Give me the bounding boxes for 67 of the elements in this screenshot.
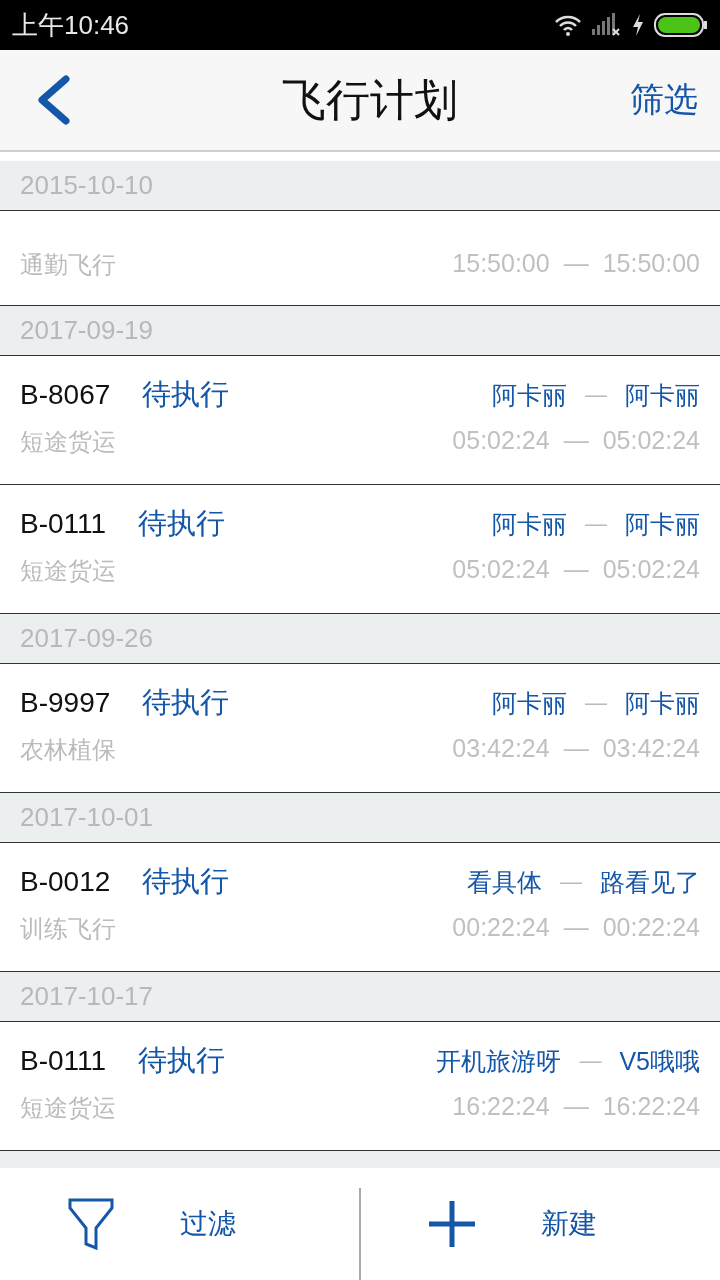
separator: — (585, 382, 607, 408)
departure-place: 阿卡丽 (492, 508, 567, 540)
end-time: 05:02:24 (602, 555, 700, 584)
arrival-place: 阿卡丽 (625, 508, 700, 540)
separator: — (563, 249, 589, 278)
wifi-icon (554, 14, 582, 36)
flight-status: 待执行 (142, 864, 230, 899)
flight-status: 待执行 (142, 685, 230, 720)
flight-code: B-0111 (20, 508, 107, 540)
filter-button[interactable]: 过滤 (0, 1168, 359, 1280)
separator: — (563, 734, 589, 763)
separator: — (563, 555, 589, 584)
page-title: 飞行计划 (281, 73, 459, 126)
filter-link[interactable]: 筛选 (630, 77, 698, 123)
battery-icon (654, 13, 708, 37)
date-label: 2017-09-26 (20, 623, 153, 654)
separator: — (563, 1092, 589, 1121)
charging-icon (632, 14, 644, 36)
start-time: 16:22:24 (452, 1092, 550, 1121)
flight-type: 短途货运 (20, 1093, 117, 1123)
start-time: 05:02:24 (452, 555, 550, 584)
arrival-place: 路看见了 (600, 866, 700, 898)
start-time: 00:22:24 (452, 913, 550, 942)
end-time: 00:22:24 (602, 913, 700, 942)
end-time: 16:22:24 (602, 1092, 700, 1121)
plus-icon (429, 1201, 475, 1247)
separator: — (560, 869, 582, 895)
flight-type: 农林植保 (20, 735, 117, 765)
end-time: 05:02:24 (602, 426, 700, 455)
date-label: 2015-10-10 (20, 170, 153, 201)
separator: — (563, 913, 589, 942)
departure-place: 阿卡丽 (492, 379, 567, 411)
add-button[interactable]: 新建 (361, 1168, 720, 1280)
flight-status: 待执行 (138, 1043, 226, 1078)
end-time: 15:50:00 (602, 249, 700, 278)
flight-code: B-0111 (20, 1045, 107, 1077)
date-label: 2017-10-01 (20, 802, 153, 833)
signal-icon (592, 13, 622, 37)
separator: — (585, 690, 607, 716)
arrival-place: V5哦哦 (619, 1045, 700, 1077)
flight-row[interactable]: B-8067 待执行 短途货运 阿卡丽 — 阿卡丽 05:02:24 — 05:02:24 (0, 356, 720, 485)
start-time: 03:42:24 (452, 734, 550, 763)
departure-place: 看具体 (467, 866, 542, 898)
flight-type: 短途货运 (20, 556, 117, 586)
separator: — (579, 1048, 602, 1074)
flight-type: 通勤飞行 (20, 250, 116, 280)
flight-code: B-9997 (20, 687, 111, 719)
separator: — (563, 426, 589, 455)
filter-icon (68, 1198, 114, 1250)
flight-type: 训练飞行 (20, 914, 117, 944)
back-button[interactable] (36, 75, 70, 125)
flight-status: 待执行 (142, 377, 230, 412)
date-label: 2017-10-17 (20, 981, 153, 1012)
date-label: 2017-09-19 (20, 315, 153, 346)
flight-type: 短途货运 (20, 427, 117, 457)
flight-status: 待执行 (138, 506, 226, 541)
flight-code: B-8067 (20, 379, 111, 411)
status-time: 上午10:46 (12, 8, 131, 42)
departure-place: 开机旅游呀 (436, 1045, 562, 1077)
separator: — (585, 511, 607, 537)
flight-code: B-0012 (20, 866, 111, 898)
start-time: 05:02:24 (452, 426, 550, 455)
arrival-place: 阿卡丽 (625, 379, 700, 411)
departure-place: 阿卡丽 (492, 687, 567, 719)
arrival-place: 阿卡丽 (625, 687, 700, 719)
end-time: 03:42:24 (602, 734, 700, 763)
start-time: 15:50:00 (452, 249, 550, 278)
